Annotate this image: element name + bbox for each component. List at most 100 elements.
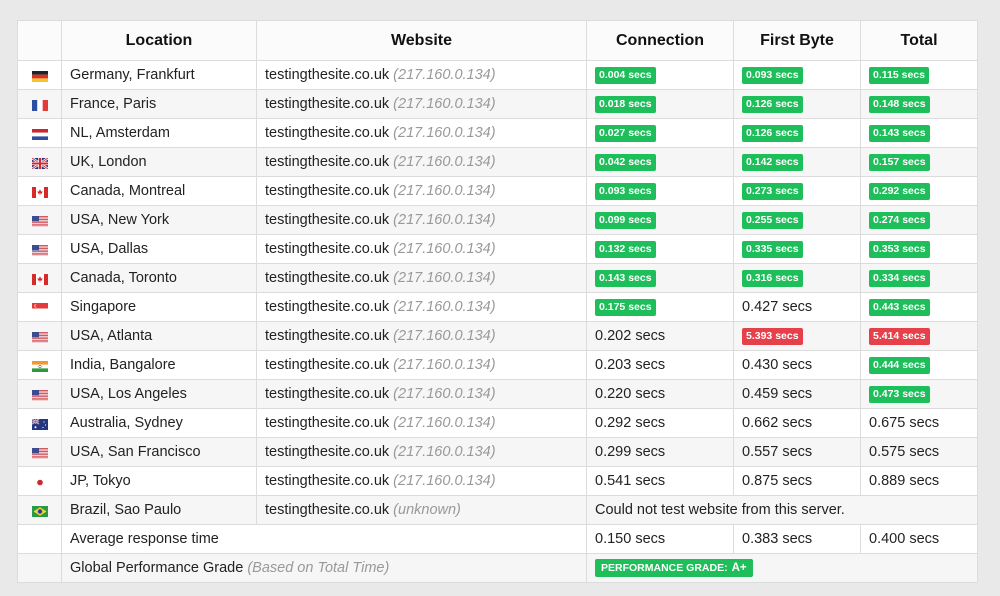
website-host: testingthesite.co.uk (265, 270, 390, 286)
connection-cell: 0.004 secs (586, 60, 734, 90)
location-cell: USA, Atlanta (61, 321, 257, 351)
website-ip: (217.160.0.134) (393, 444, 496, 460)
connection-value: 0.203 secs (595, 357, 666, 373)
website-host: testingthesite.co.uk (265, 502, 390, 518)
connection-cell: 0.202 secs (586, 321, 734, 351)
flag-au-icon (31, 418, 48, 430)
connection-badge: 0.099 secs (595, 211, 656, 229)
table-row: USA, San Francisco testingthesite.co.uk (… (17, 437, 978, 467)
flag-cell (17, 292, 62, 322)
table-row: Germany, Frankfurt testingthesite.co.uk (… (17, 60, 978, 90)
first-byte-cell: 0.142 secs (733, 147, 861, 177)
flag-us-icon (31, 389, 48, 401)
flag-br-icon (31, 505, 48, 517)
connection-cell: 0.093 secs (586, 176, 734, 206)
table-row: USA, New York testingthesite.co.uk (217.1… (17, 205, 978, 235)
website-cell: testingthesite.co.uk (217.160.0.134) (256, 379, 587, 409)
first-byte-cell: 0.126 secs (733, 118, 861, 148)
grade-note: (Based on Total Time) (247, 560, 390, 576)
table-row: USA, Atlanta testingthesite.co.uk (217.16… (17, 321, 978, 351)
table-header-row: Location Website Connection First Byte T… (17, 20, 978, 61)
website-cell: testingthesite.co.uk (unknown) (256, 495, 587, 525)
location-cell: USA, Los Angeles (61, 379, 257, 409)
website-cell: testingthesite.co.uk (217.160.0.134) (256, 147, 587, 177)
connection-badge: 0.018 secs (595, 95, 656, 113)
website-host: testingthesite.co.uk (265, 183, 390, 199)
flag-us-icon (31, 331, 48, 343)
first-byte-cell: 0.459 secs (733, 379, 861, 409)
total-badge: 0.274 secs (869, 211, 930, 229)
website-cell: testingthesite.co.uk (217.160.0.134) (256, 89, 587, 119)
first-byte-badge: 0.093 secs (742, 66, 803, 84)
total-cell: 0.274 secs (860, 205, 978, 235)
results-table: Location Website Connection First Byte T… (17, 20, 978, 583)
flag-in-icon (31, 360, 48, 372)
total-cell: 0.334 secs (860, 263, 978, 293)
table-row: USA, Los Angeles testingthesite.co.uk (21… (17, 379, 978, 409)
total-badge: 0.444 secs (869, 356, 930, 374)
table-row: Canada, Toronto testingthesite.co.uk (217… (17, 263, 978, 293)
results-body: Germany, Frankfurt testingthesite.co.uk (… (17, 60, 978, 583)
header-first-byte: First Byte (733, 20, 861, 61)
first-byte-value: 0.662 secs (742, 415, 813, 431)
website-cell: testingthesite.co.uk (217.160.0.134) (256, 176, 587, 206)
connection-value: 0.220 secs (595, 386, 666, 402)
website-cell: testingthesite.co.uk (217.160.0.134) (256, 350, 587, 380)
table-row: India, Bangalore testingthesite.co.uk (21… (17, 350, 978, 380)
flag-cell (17, 263, 62, 293)
first-byte-cell: 0.875 secs (733, 466, 861, 496)
website-ip: (217.160.0.134) (393, 183, 496, 199)
first-byte-cell: 5.393 secs (733, 321, 861, 351)
website-host: testingthesite.co.uk (265, 299, 390, 315)
connection-value: 0.202 secs (595, 328, 666, 344)
flag-cell (17, 379, 62, 409)
first-byte-badge: 0.273 secs (742, 182, 803, 200)
first-byte-badge: 0.142 secs (742, 153, 803, 171)
website-cell: testingthesite.co.uk (217.160.0.134) (256, 205, 587, 235)
total-cell: 0.292 secs (860, 176, 978, 206)
connection-badge: 0.042 secs (595, 153, 656, 171)
average-empty-cell (17, 524, 62, 554)
website-host: testingthesite.co.uk (265, 328, 390, 344)
first-byte-cell: 0.316 secs (733, 263, 861, 293)
total-badge: 0.292 secs (869, 182, 930, 200)
connection-cell: 0.018 secs (586, 89, 734, 119)
first-byte-badge: 0.255 secs (742, 211, 803, 229)
connection-value: 0.292 secs (595, 415, 666, 431)
website-cell: testingthesite.co.uk (217.160.0.134) (256, 263, 587, 293)
website-host: testingthesite.co.uk (265, 473, 390, 489)
total-cell: 5.414 secs (860, 321, 978, 351)
flag-jp-icon (31, 476, 48, 488)
total-badge: 0.473 secs (869, 385, 930, 403)
website-host: testingthesite.co.uk (265, 357, 390, 373)
total-value: 0.575 secs (869, 444, 940, 460)
flag-cell (17, 234, 62, 264)
location-cell: India, Bangalore (61, 350, 257, 380)
location-cell: USA, Dallas (61, 234, 257, 264)
total-badge: 0.334 secs (869, 269, 930, 287)
first-byte-badge: 0.126 secs (742, 124, 803, 142)
website-ip: (217.160.0.134) (393, 67, 496, 83)
first-byte-cell: 0.430 secs (733, 350, 861, 380)
website-host: testingthesite.co.uk (265, 386, 390, 402)
flag-cell (17, 89, 62, 119)
total-cell: 0.575 secs (860, 437, 978, 467)
flag-ca-icon (31, 273, 48, 285)
connection-cell: 0.042 secs (586, 147, 734, 177)
total-cell: 0.353 secs (860, 234, 978, 264)
first-byte-badge: 0.126 secs (742, 95, 803, 113)
website-ip: (217.160.0.134) (393, 125, 496, 141)
flag-cell (17, 60, 62, 90)
location-cell: Singapore (61, 292, 257, 322)
total-badge: 5.414 secs (869, 327, 930, 345)
website-ip: (217.160.0.134) (393, 212, 496, 228)
flag-cell (17, 437, 62, 467)
first-byte-value: 0.427 secs (742, 299, 813, 315)
connection-badge: 0.143 secs (595, 269, 656, 287)
first-byte-cell: 0.662 secs (733, 408, 861, 438)
connection-value: 0.299 secs (595, 444, 666, 460)
website-ip: (217.160.0.134) (393, 241, 496, 257)
flag-us-icon (31, 447, 48, 459)
location-cell: USA, New York (61, 205, 257, 235)
flag-nl-icon (31, 128, 48, 140)
